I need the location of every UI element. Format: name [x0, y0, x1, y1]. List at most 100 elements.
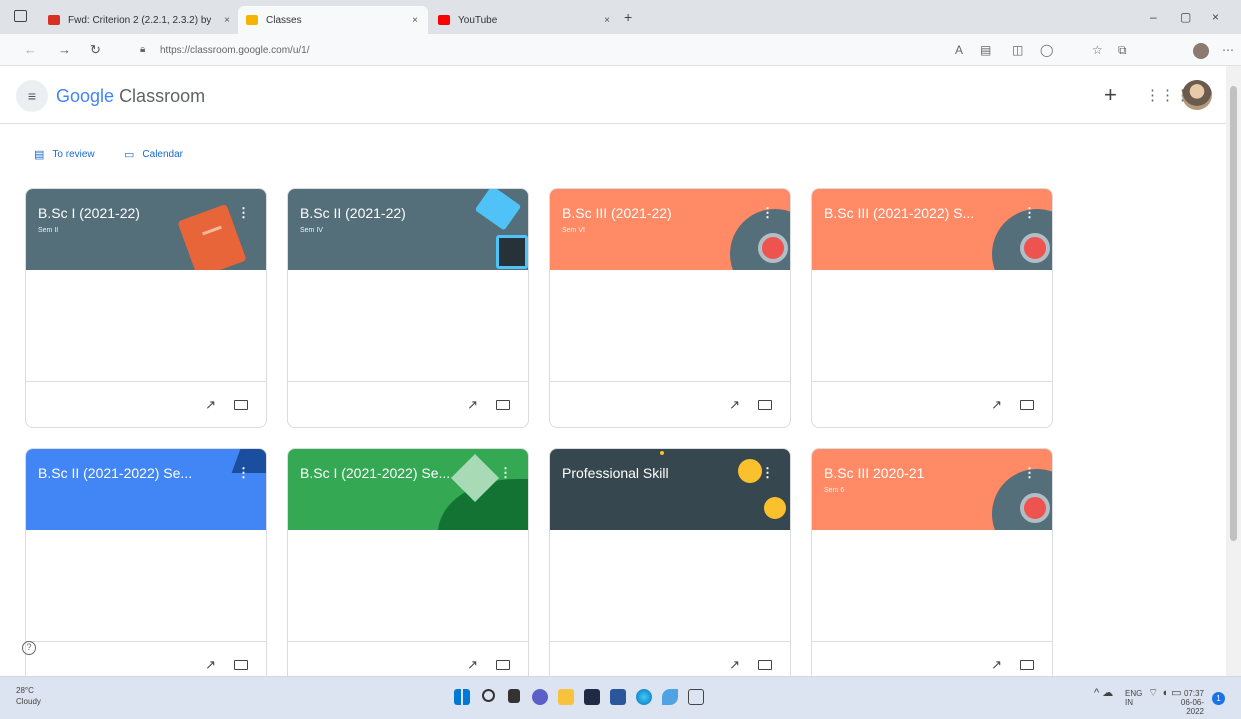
card-banner[interactable] — [26, 189, 266, 270]
app-icon[interactable] — [584, 689, 600, 705]
chat-icon[interactable] — [532, 689, 548, 705]
browser-tab-youtube[interactable]: YouTube × — [430, 6, 620, 34]
weather-desc: Cloudy — [16, 697, 41, 706]
app-available-icon[interactable]: ▤ — [980, 43, 991, 57]
main-menu-icon[interactable]: ≡ — [16, 80, 48, 112]
read-aloud-icon[interactable]: A — [955, 43, 963, 57]
folder-icon[interactable] — [758, 398, 772, 413]
tab-actions-icon[interactable] — [14, 10, 27, 22]
card-title[interactable]: Professional Skill — [562, 465, 669, 481]
folder-icon[interactable] — [234, 398, 248, 413]
file-explorer-icon[interactable] — [558, 689, 574, 705]
card-banner[interactable] — [550, 189, 790, 270]
collections-icon[interactable]: ⧉ — [1118, 43, 1127, 58]
trending-icon[interactable]: ↗ — [991, 397, 1002, 413]
brand-google: Google — [56, 86, 115, 106]
trending-icon[interactable]: ↗ — [729, 397, 740, 413]
create-class-button[interactable]: + — [1104, 82, 1117, 108]
card-banner[interactable] — [550, 449, 790, 530]
scrollbar-thumb[interactable] — [1230, 86, 1237, 541]
windows-start-icon[interactable] — [454, 689, 470, 705]
browser-tab-classes[interactable]: Classes × — [238, 6, 428, 34]
coin-illustration-icon — [764, 497, 786, 519]
card-banner[interactable] — [288, 449, 528, 530]
more-options-icon[interactable]: ⋯ — [1222, 43, 1234, 57]
card-more-icon[interactable]: ⋮ — [237, 465, 250, 481]
minimize-button[interactable]: – — [1150, 10, 1157, 24]
folder-icon[interactable] — [496, 658, 510, 673]
card-title[interactable]: B.Sc III (2021-2022) S... — [824, 205, 974, 221]
weather-widget[interactable]: 28°C Cloudy — [16, 685, 41, 707]
card-more-icon[interactable]: ⋮ — [1023, 465, 1036, 481]
back-arrow-icon[interactable]: ← — [24, 42, 37, 57]
card-title[interactable]: B.Sc I (2021-22) — [38, 205, 140, 221]
avatar[interactable] — [1182, 80, 1212, 110]
folder-icon[interactable] — [496, 398, 510, 413]
trending-icon[interactable]: ↗ — [467, 397, 478, 413]
folder-icon[interactable] — [1020, 398, 1034, 413]
page-scrollbar[interactable] — [1226, 66, 1241, 676]
class-card[interactable]: B.Sc III (2021-22) Sem VI ⋮ ↗ — [549, 188, 791, 428]
browser-tab-gmail[interactable]: Fwd: Criterion 2 (2.2.1, 2.3.2) by × — [40, 6, 240, 34]
favorites-icon[interactable]: ☆ — [1092, 43, 1103, 57]
language-indicator[interactable]: ENG IN — [1125, 689, 1142, 707]
tab-close-icon[interactable]: × — [412, 15, 418, 26]
trending-icon[interactable]: ↗ — [729, 657, 740, 673]
folder-icon[interactable] — [1020, 658, 1034, 673]
search-icon[interactable] — [482, 689, 495, 702]
folder-icon[interactable] — [758, 658, 772, 673]
tab-close-icon[interactable]: × — [604, 15, 610, 26]
trending-icon[interactable]: ↗ — [467, 657, 478, 673]
class-card[interactable]: B.Sc III 2020-21 Sem 6 ⋮ ↗ — [811, 448, 1053, 688]
folder-icon[interactable] — [234, 658, 248, 673]
class-card[interactable]: Professional Skill ⋮ ↗ — [549, 448, 791, 688]
card-banner[interactable] — [26, 449, 266, 530]
store-icon[interactable] — [610, 689, 626, 705]
language-region: IN — [1125, 698, 1133, 707]
class-card[interactable]: B.Sc II (2021-22) Sem IV ↗ — [287, 188, 529, 428]
card-footer: ↗ — [26, 381, 266, 427]
notification-badge[interactable]: 1 — [1212, 692, 1225, 705]
maximize-button[interactable]: ▢ — [1180, 10, 1191, 24]
forward-arrow-icon[interactable]: → — [58, 42, 71, 57]
card-banner[interactable] — [288, 189, 528, 270]
shield-icon[interactable]: ◯ — [1040, 43, 1053, 57]
card-title[interactable]: B.Sc II (2021-22) — [300, 205, 406, 221]
card-title[interactable]: B.Sc II (2021-2022) Se... — [38, 465, 192, 481]
terminal-icon[interactable] — [688, 689, 704, 705]
class-card[interactable]: B.Sc I (2021-2022) Se... ⋮ ↗ — [287, 448, 529, 688]
refresh-icon[interactable]: ↻ — [90, 42, 101, 58]
new-tab-button[interactable]: + — [624, 9, 632, 25]
card-banner[interactable] — [812, 189, 1052, 270]
tab-close-icon[interactable]: × — [224, 15, 230, 26]
class-card[interactable]: B.Sc II (2021-2022) Se... ⋮ ↗ — [25, 448, 267, 688]
class-card[interactable]: B.Sc III (2021-2022) S... ⋮ ↗ — [811, 188, 1053, 428]
card-title[interactable]: B.Sc I (2021-2022) Se... — [300, 465, 450, 481]
lock-icon[interactable]: 🔒︎ — [140, 44, 145, 55]
edge-browser-icon[interactable] — [636, 689, 652, 705]
trending-icon[interactable]: ↗ — [991, 657, 1002, 673]
card-more-icon[interactable]: ⋮ — [499, 465, 512, 481]
card-title[interactable]: B.Sc III (2021-22) — [562, 205, 672, 221]
phone-link-icon[interactable] — [662, 689, 678, 705]
card-more-icon[interactable]: ⋮ — [761, 465, 774, 481]
task-view-icon[interactable] — [508, 689, 520, 703]
trending-icon[interactable]: ↗ — [205, 657, 216, 673]
system-tray-icons[interactable]: ^ ☁ — [1094, 688, 1113, 699]
card-more-icon[interactable]: ⋮ — [237, 205, 250, 221]
clock[interactable]: 07:37 06-06-2022 — [1172, 689, 1204, 716]
google-classroom-logo[interactable]: Google Classroom — [56, 86, 205, 107]
card-banner[interactable] — [812, 449, 1052, 530]
card-title[interactable]: B.Sc III 2020-21 — [824, 465, 924, 481]
trending-icon[interactable]: ↗ — [205, 397, 216, 413]
card-more-icon[interactable]: ⋮ — [761, 205, 774, 221]
browser-profile-icon[interactable] — [1193, 43, 1209, 59]
close-window-button[interactable]: × — [1212, 10, 1219, 24]
calendar-link[interactable]: ▭ Calendar — [124, 148, 183, 161]
class-card[interactable]: B.Sc I (2021-22) Sem II ⋮ ↗ — [25, 188, 267, 428]
to-review-link[interactable]: ▤ To review — [34, 148, 95, 161]
url-input[interactable]: https://classroom.google.com/u/1/ — [160, 45, 310, 56]
card-more-icon[interactable]: ⋮ — [1023, 205, 1036, 221]
extension-icon[interactable]: ◫ — [1012, 43, 1023, 57]
help-icon[interactable]: ? — [22, 641, 36, 655]
